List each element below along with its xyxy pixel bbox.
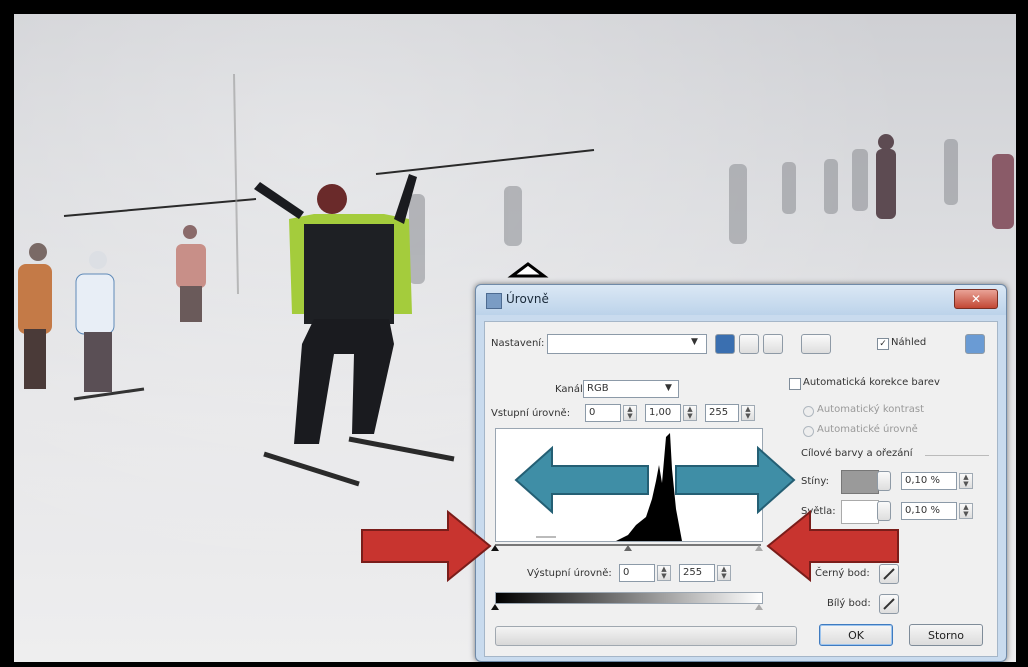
dialog-client: Nastavení: ▼ ✓ Náhled Kanál: RGB ▼ Vstup… — [484, 321, 998, 657]
skier-right-edge — [992, 154, 1014, 229]
shadows-color-swatch[interactable] — [841, 470, 879, 494]
auto-correction-checkbox[interactable] — [789, 378, 801, 390]
output-white-stepper[interactable]: ▲ ▼ — [717, 565, 731, 581]
output-white-field[interactable]: 255 — [679, 564, 715, 582]
highlights-color-swatch[interactable] — [841, 500, 879, 524]
auto-correction-label: Automatická korekce barev — [803, 377, 940, 388]
input-white-slider[interactable] — [755, 545, 763, 551]
shadows-clip-field[interactable]: 0,10 % — [901, 472, 957, 490]
input-black-field[interactable]: 0 — [585, 404, 621, 422]
levels-app-icon — [486, 293, 502, 309]
output-gradient-bar — [495, 592, 763, 604]
dialog-titlebar: Úrovně ✕ — [476, 285, 1006, 315]
input-white-stepper[interactable]: ▲ ▼ — [741, 405, 755, 421]
output-black-stepper[interactable]: ▲ ▼ — [657, 565, 671, 581]
lift-pole — [233, 73, 239, 295]
menu-icon[interactable] — [801, 334, 831, 354]
auto-levels-label: Automatické úrovně — [817, 424, 918, 435]
input-white-field[interactable]: 255 — [705, 404, 739, 422]
input-black-slider[interactable] — [491, 545, 499, 551]
dialog-title: Úrovně — [506, 292, 549, 306]
levels-dialog: Úrovně ✕ Nastavení: ▼ ✓ Náhled Kanál: RG… — [475, 284, 1007, 662]
skier-orange — [18, 243, 52, 389]
output-white-slider[interactable] — [755, 604, 763, 610]
highlights-clip-stepper[interactable]: ▲ ▼ — [959, 503, 973, 519]
shadows-label: Stíny: — [801, 476, 829, 487]
shadows-clip-stepper[interactable]: ▲ ▼ — [959, 473, 973, 489]
target-section-label: Cílové barvy a ořezání — [801, 448, 913, 459]
input-gamma-field[interactable]: 1,00 — [645, 404, 681, 422]
white-point-label: Bílý bod: — [827, 598, 871, 609]
pole-right — [375, 149, 595, 175]
auto-levels-radio[interactable] — [803, 426, 814, 437]
pole-left — [63, 198, 257, 217]
preset-select[interactable] — [547, 334, 707, 354]
highlights-label: Světla: — [801, 506, 836, 517]
ok-button[interactable]: OK — [819, 624, 893, 646]
auto-contrast-label: Automatický kontrast — [817, 404, 924, 415]
output-black-slider[interactable] — [491, 604, 499, 610]
input-black-stepper[interactable]: ▲ ▼ — [623, 405, 637, 421]
channel-label: Kanál: — [555, 384, 587, 395]
eyedropper-icon[interactable] — [879, 564, 899, 584]
histogram-graph — [536, 433, 682, 541]
close-button[interactable]: ✕ — [954, 289, 998, 309]
outer-frame: Úrovně ✕ Nastavení: ▼ ✓ Náhled Kanál: RG… — [0, 0, 1028, 667]
input-gamma-stepper[interactable]: ▲ ▼ — [683, 405, 697, 421]
preview-label: Náhled — [891, 337, 927, 348]
caret-indicator — [507, 262, 549, 278]
input-gamma-slider[interactable] — [624, 545, 632, 551]
reset-icon[interactable] — [763, 334, 783, 354]
expand-icon[interactable] — [965, 334, 985, 354]
highlights-color-dropdown[interactable] — [877, 501, 891, 521]
preview-checkbox[interactable]: ✓ — [877, 338, 889, 350]
chevron-down-icon: ▼ — [691, 337, 698, 347]
load-icon[interactable] — [739, 334, 759, 354]
section-divider — [925, 455, 989, 456]
skier-red — [176, 225, 206, 322]
black-point-label: Černý bod: — [815, 568, 870, 579]
auto-contrast-radio[interactable] — [803, 406, 814, 417]
histogram — [495, 428, 763, 542]
shadows-color-dropdown[interactable] — [877, 471, 891, 491]
highlights-clip-field[interactable]: 0,10 % — [901, 502, 957, 520]
output-black-field[interactable]: 0 — [619, 564, 655, 582]
progress-bar — [495, 626, 797, 646]
white-eyedropper-icon[interactable] — [879, 594, 899, 614]
channel-chevron-down-icon: ▼ — [665, 383, 672, 393]
save-icon[interactable] — [715, 334, 735, 354]
skier-white-jacket — [73, 251, 145, 401]
input-levels-label: Vstupní úrovně: — [491, 408, 571, 419]
output-levels-label: Výstupní úrovně: — [527, 568, 612, 579]
skier-right-pink — [876, 134, 896, 219]
cancel-button[interactable]: Storno — [909, 624, 983, 646]
preset-label: Nastavení: — [491, 338, 545, 349]
